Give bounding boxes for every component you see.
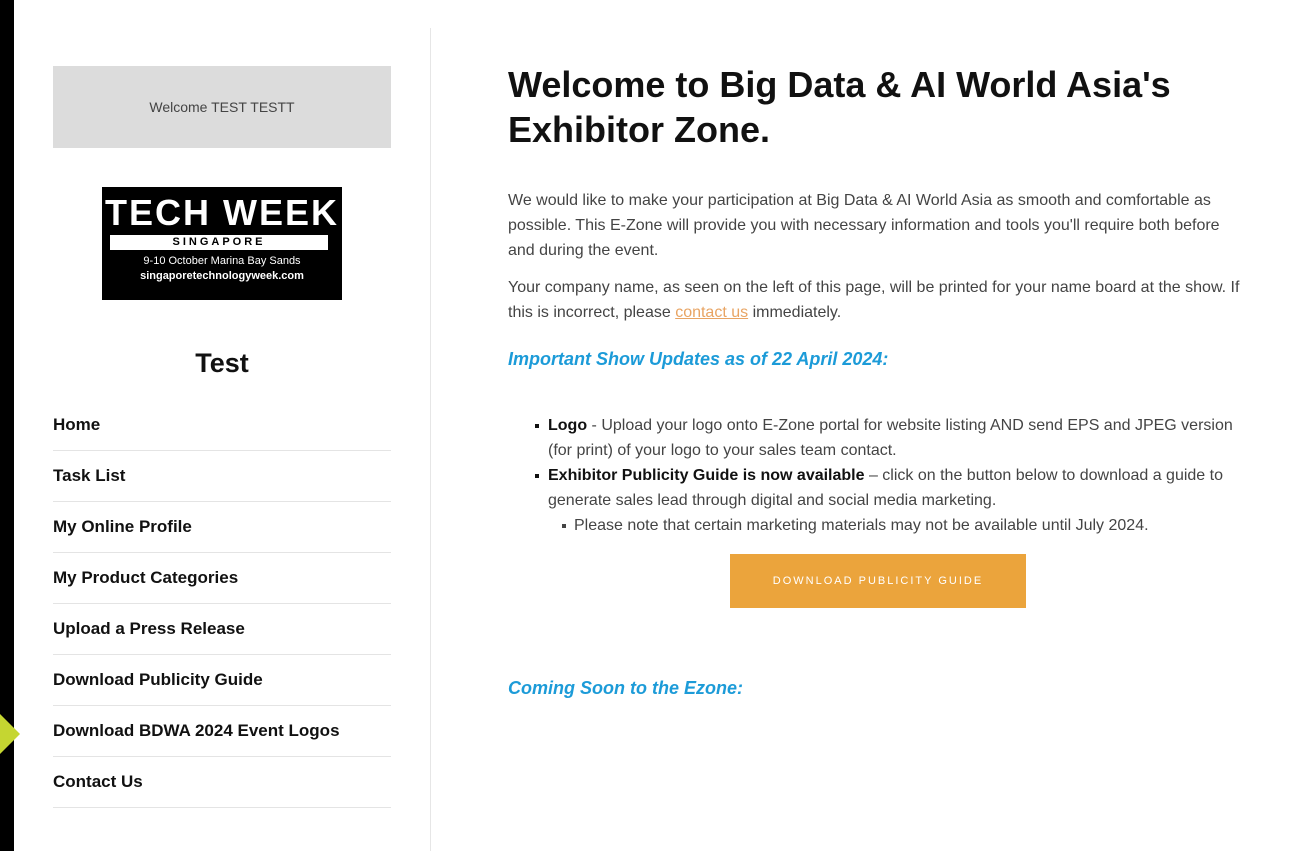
logo-url: singaporetechnologyweek.com bbox=[140, 270, 304, 282]
intro2-text-after: immediately. bbox=[748, 304, 842, 321]
intro2-text-before: Your company name, as seen on the left o… bbox=[508, 279, 1240, 321]
page-title: Welcome to Big Data & AI World Asia's Ex… bbox=[508, 64, 1171, 150]
main-content: Welcome to Big Data & AI World Asia's Ex… bbox=[508, 62, 1248, 700]
sidebar-item-publicity-guide[interactable]: Download Publicity Guide bbox=[53, 655, 391, 706]
list-item: Exhibitor Publicity Guide is now availab… bbox=[535, 463, 1248, 538]
sidebar: Welcome TEST TESTT TECH WEEK SINGAPORE 9… bbox=[53, 66, 391, 808]
welcome-box: Welcome TEST TESTT bbox=[53, 66, 391, 148]
welcome-text: Welcome TEST TESTT bbox=[149, 99, 295, 115]
download-publicity-guide-button[interactable]: DOWNLOAD PUBLICITY GUIDE bbox=[730, 554, 1026, 608]
logo-location-bar: SINGAPORE bbox=[110, 235, 328, 250]
sidebar-nav: Home Task List My Online Profile My Prod… bbox=[53, 413, 391, 808]
update-bold-logo: Logo bbox=[548, 417, 588, 434]
pointer-arrow-icon bbox=[0, 714, 20, 754]
sidebar-item-event-logos[interactable]: Download BDWA 2024 Event Logos bbox=[53, 706, 391, 757]
updates-heading: Important Show Updates as of 22 April 20… bbox=[508, 349, 889, 369]
logo-main-text: TECH WEEK bbox=[105, 192, 339, 233]
sidebar-item-home[interactable]: Home bbox=[53, 413, 391, 451]
tech-week-logo: TECH WEEK SINGAPORE 9-10 October Marina … bbox=[102, 187, 342, 300]
page: Welcome TEST TESTT TECH WEEK SINGAPORE 9… bbox=[14, 0, 1314, 851]
sidebar-item-product-categories[interactable]: My Product Categories bbox=[53, 553, 391, 604]
sidebar-item-task-list[interactable]: Task List bbox=[53, 451, 391, 502]
sub-updates-list: Please note that certain marketing mater… bbox=[548, 513, 1248, 538]
update-bold-publicity: Exhibitor Publicity Guide is now availab… bbox=[548, 467, 865, 484]
button-wrapper: DOWNLOAD PUBLICITY GUIDE bbox=[508, 554, 1248, 608]
coming-soon-heading: Coming Soon to the Ezone: bbox=[508, 678, 743, 698]
list-item: Please note that certain marketing mater… bbox=[562, 513, 1248, 538]
list-item: Logo - Upload your logo onto E-Zone port… bbox=[535, 413, 1248, 463]
contact-us-link[interactable]: contact us bbox=[675, 304, 748, 321]
company-name-paragraph: Your company name, as seen on the left o… bbox=[508, 275, 1248, 325]
sidebar-item-press-release[interactable]: Upload a Press Release bbox=[53, 604, 391, 655]
sidebar-item-contact-us[interactable]: Contact Us bbox=[53, 757, 391, 808]
intro-paragraph: We would like to make your participation… bbox=[508, 192, 1220, 259]
update-text-logo: - Upload your logo onto E-Zone portal fo… bbox=[548, 417, 1233, 459]
company-name: Test bbox=[195, 348, 249, 378]
sidebar-item-online-profile[interactable]: My Online Profile bbox=[53, 502, 391, 553]
logo-date: 9-10 October Marina Bay Sands bbox=[143, 255, 301, 267]
updates-list: Logo - Upload your logo onto E-Zone port… bbox=[508, 413, 1248, 538]
vertical-divider bbox=[430, 28, 431, 851]
